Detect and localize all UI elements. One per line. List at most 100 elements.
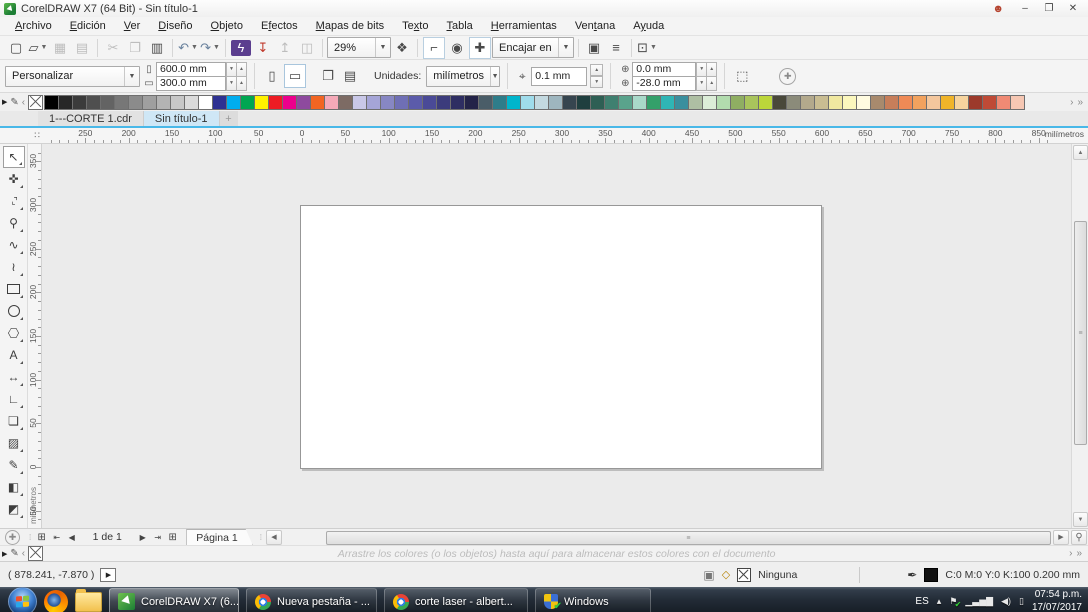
color-swatch[interactable] — [366, 94, 382, 110]
tool-smart-fill-tool[interactable]: ◩ — [3, 498, 25, 520]
close-button[interactable]: ✕ — [1062, 2, 1084, 16]
vertical-ruler[interactable]: milímetros 50 0 50 100 150 200 250 300 350 — [28, 144, 42, 528]
tool-polygon-tool[interactable] — [3, 322, 25, 344]
all-pages-button[interactable]: ❐ — [318, 65, 338, 87]
scroll-down-icon[interactable]: ▼ — [1073, 512, 1088, 527]
show-grid-button[interactable]: ◉ — [447, 38, 467, 58]
palette-scroll-right-icon[interactable]: › — [1070, 97, 1073, 108]
color-swatch[interactable] — [968, 94, 984, 110]
tool-drop-shadow-tool[interactable]: ❏ — [3, 410, 25, 432]
color-swatch[interactable] — [408, 94, 424, 110]
scroll-left-icon[interactable]: ◀ — [265, 529, 282, 545]
color-swatch[interactable] — [114, 94, 130, 110]
volume-icon[interactable]: ◀) — [1001, 596, 1011, 607]
tool-connector-tool[interactable]: ∟ — [3, 388, 25, 410]
last-page-icon[interactable]: ⇥ — [150, 530, 165, 544]
menu-efectos[interactable]: Efectos — [252, 18, 307, 34]
first-page-icon[interactable]: ⇤ — [49, 530, 64, 544]
redo-button[interactable]: ↷ ▼ — [200, 38, 220, 58]
horizontal-scrollbar[interactable]: ⁞ ◀ ≡ ▶ ⚲ — [257, 529, 1088, 545]
tool-crop-tool[interactable]: ⌞⌝ — [3, 190, 25, 212]
document-tab[interactable]: 1---CORTE 1.cdr — [38, 111, 144, 126]
tool-text-tool[interactable]: A — [3, 344, 25, 366]
color-swatch[interactable] — [324, 94, 340, 110]
scroll-up-icon[interactable]: ▲ — [1073, 145, 1088, 160]
color-swatch[interactable] — [884, 94, 900, 110]
color-swatch[interactable] — [212, 94, 228, 110]
color-swatch[interactable] — [996, 94, 1012, 110]
scroll-right-icon[interactable]: ▶ — [1053, 529, 1069, 545]
explorer-icon[interactable] — [75, 588, 102, 612]
document-page[interactable] — [300, 205, 822, 469]
paste-button[interactable]: ▥ — [147, 38, 167, 58]
color-swatch[interactable] — [380, 94, 396, 110]
nudge-field[interactable]: 0.1 mm — [531, 66, 588, 86]
prev-page-icon[interactable]: ◀ — [64, 530, 79, 544]
next-page-icon[interactable]: ▶ — [135, 530, 150, 544]
color-swatch[interactable] — [520, 94, 536, 110]
color-swatch[interactable] — [632, 94, 648, 110]
tool-zoom-tool[interactable]: ⚲ — [3, 212, 25, 234]
duplicate-y-field[interactable]: -28.0 mm — [632, 75, 697, 91]
color-swatch[interactable] — [842, 94, 858, 110]
portrait-button[interactable]: ▯ — [262, 65, 282, 87]
palette-flyout-icon[interactable]: ▶ — [2, 98, 7, 106]
drag-handle[interactable]: ⁞ — [260, 533, 262, 542]
drawing-canvas[interactable] — [42, 144, 1071, 528]
color-swatch[interactable] — [926, 94, 942, 110]
ruler-origin-icon[interactable]: ∷ — [34, 130, 40, 141]
palette-flyout-icon[interactable]: ▶ — [2, 550, 7, 558]
account-icon[interactable]: ☻ — [992, 3, 1004, 15]
color-swatch[interactable] — [954, 94, 970, 110]
network-icon[interactable]: ▁▃▅▇ — [965, 596, 993, 607]
color-swatch[interactable] — [436, 94, 452, 110]
color-swatch[interactable] — [170, 94, 186, 110]
page-height-spinner[interactable]: ▼ ▲ — [226, 75, 247, 91]
restore-button[interactable]: ❐ — [1038, 2, 1060, 16]
color-swatch[interactable] — [296, 94, 312, 110]
tool-color-eyedropper-tool[interactable]: ✎ — [3, 454, 25, 476]
menu-ver[interactable]: Ver — [115, 18, 150, 34]
horizontal-scroll-thumb[interactable]: ≡ — [325, 531, 1051, 545]
duplicate-x-spinner[interactable]: ▼ ▲ — [696, 61, 718, 77]
color-swatch[interactable] — [464, 94, 480, 110]
menu-edición[interactable]: Edición — [61, 18, 115, 34]
units-combo[interactable]: milímetros ▼ — [426, 65, 501, 87]
color-swatch[interactable] — [310, 94, 326, 110]
color-swatch[interactable] — [674, 94, 690, 110]
color-swatch[interactable] — [758, 94, 774, 110]
color-swatch[interactable] — [226, 94, 242, 110]
color-swatch[interactable] — [982, 94, 998, 110]
import-button[interactable]: ↧ — [253, 38, 273, 58]
action-center-icon[interactable]: ⚑ — [949, 596, 961, 609]
menu-objeto[interactable]: Objeto — [202, 18, 252, 34]
tool-dimension-tool[interactable]: ↔ — [3, 366, 25, 388]
page-width-spinner[interactable]: ▼ ▲ — [226, 61, 247, 77]
clock[interactable]: 07:54 p.m. 17/07/2017 — [1032, 589, 1082, 612]
treat-as-filled-toggle[interactable]: ⬚ — [732, 65, 752, 87]
taskbar-button[interactable]: Windows — [535, 587, 651, 612]
document-tab[interactable]: Sin título-1 — [143, 111, 220, 126]
vertical-scrollbar[interactable]: ▲ ≡ ▼ — [1071, 144, 1088, 528]
taskbar-button[interactable]: Nueva pestaña - ... — [246, 587, 377, 612]
outline-pen-icon[interactable]: ✒ — [907, 568, 917, 582]
color-swatch[interactable] — [940, 94, 956, 110]
color-swatch[interactable] — [478, 94, 494, 110]
open-folder-button[interactable]: ▱ ▼ — [28, 38, 48, 58]
search-content-button[interactable]: ϟ — [231, 39, 251, 56]
tool-interactive-fill-tool[interactable]: ◧ — [3, 476, 25, 498]
color-swatch[interactable] — [800, 94, 816, 110]
color-swatch[interactable] — [772, 94, 788, 110]
color-swatch[interactable] — [100, 94, 116, 110]
horizontal-ruler[interactable]: milímetros 250 200 150 100 50 0 50 100 150 200 250… — [44, 128, 1088, 143]
color-swatch[interactable] — [128, 94, 144, 110]
color-swatch[interactable] — [604, 94, 620, 110]
color-swatch[interactable] — [576, 94, 592, 110]
battery-icon[interactable]: ▯ — [1019, 596, 1024, 607]
full-screen-preview-button[interactable]: ❖ — [392, 38, 412, 58]
add-page-icon[interactable]: ⊞ — [165, 530, 180, 544]
page-height-field[interactable]: 300.0 mm — [156, 75, 226, 91]
color-swatch[interactable] — [548, 94, 564, 110]
snap-menu-combo[interactable]: Encajar en ▼ — [492, 37, 574, 58]
hidden-icons-button[interactable]: ▴ — [937, 596, 942, 607]
